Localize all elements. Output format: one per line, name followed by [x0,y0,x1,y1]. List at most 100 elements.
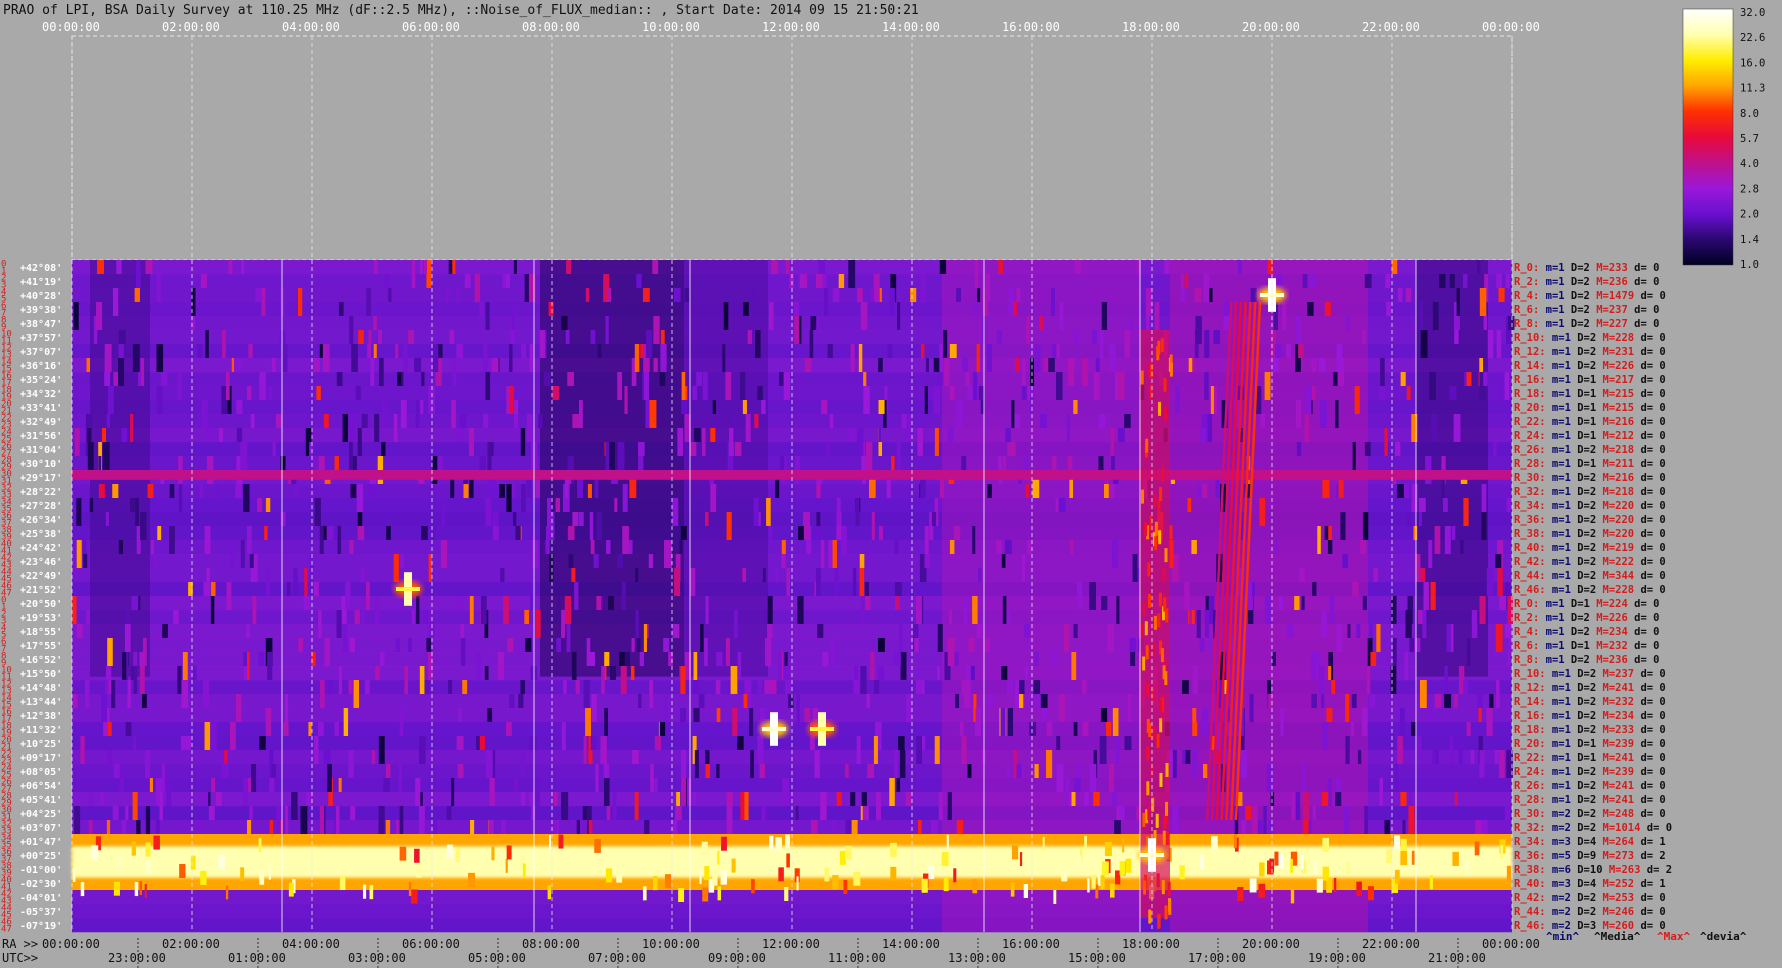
heatmap-cell [1506,865,1511,880]
heatmap-cell [755,330,761,358]
heatmap-cell [858,344,863,372]
row-stat-d: d= 1 [1634,836,1666,848]
heatmap-cell [1474,841,1480,856]
row-stat-m: m=2 [1546,808,1571,820]
heatmap-cell [459,414,467,428]
heatmap-cell [353,680,360,708]
heatmap-cell [1145,438,1149,453]
heatmap-cell [416,863,422,878]
declination-label: -02°30' [20,879,62,890]
heatmap-cell [1199,428,1207,442]
utc-tick-label: 07:00:00 [588,951,646,965]
row-stat-m: m=1 [1546,752,1571,764]
heatmap-cell [1392,638,1397,666]
heatmap-cell [139,666,145,694]
heatmap-cell [484,666,489,680]
heatmap-cell [378,806,385,834]
row-stat: R_22: m=1 D=1 M=241 d= 0 [1514,752,1666,764]
heatmap-cell [634,792,639,820]
heatmap-cell [552,820,557,834]
heatmap-cell [594,838,601,853]
bottom-ra-tick-label: 10:00:00 [642,937,700,951]
heatmap-cell [1202,764,1208,778]
row-stat: R_4: m=1 D=2 M=1479 d= 0 [1514,290,1666,302]
heatmap-cell [462,680,468,694]
heatmap-cell [267,652,273,680]
heatmap-cell [1400,792,1407,806]
heatmap-cell [1429,372,1436,400]
heatmap-cell [415,400,420,428]
heatmap-cell [179,864,186,879]
heatmap-cell [927,386,934,400]
chart-root: PRAO of LPI, BSA Daily Survey at 110.25 … [1,3,1765,968]
heatmap-cell [1434,526,1441,554]
heatmap-cell [1004,540,1012,554]
colorbar-tick: 2.0 [1740,209,1759,221]
heatmap-cell [1408,792,1413,806]
row-stat-m: m=1 [1546,332,1571,344]
row-stat-d: d= 0 [1634,444,1666,456]
declination-label: +29°17' [20,473,62,484]
heatmap-cell [757,680,763,694]
heatmap-cell [675,806,682,820]
heatmap-cell [107,638,113,666]
heatmap-cell [89,498,94,512]
heatmap-cell [1204,330,1210,358]
heatmap-cell [767,596,773,624]
row-stat-r: R_14: [1514,696,1546,708]
heatmap-cell [85,610,90,624]
heatmap-cell [609,442,615,470]
declination-label: +19°53' [20,613,62,624]
heatmap-cell [933,386,941,414]
heatmap-cell [1428,540,1433,568]
heatmap-cell [583,680,590,708]
heatmap-cell [1333,877,1337,892]
heatmap-cell [1159,772,1163,787]
heatmap-cell [1278,596,1284,610]
heatmap-cell [1290,889,1295,904]
row-stat-M: M=216 [1596,472,1634,484]
row-stat-M: M=236 [1590,654,1628,666]
heatmap-cell [1463,274,1468,288]
heatmap-cell [1042,836,1045,851]
heatmap-cell [368,330,372,344]
heatmap-cell [747,330,752,344]
declination-label: +40°28' [20,291,62,302]
heatmap-cell [1373,568,1378,582]
heatmap-cell [1195,316,1202,344]
heatmap-cell [1346,861,1351,876]
heatmap-cell [269,820,274,834]
top-tick-label: 00:00:00 [42,20,100,34]
heatmap-cell [937,498,942,512]
legend-max: ^Max^ [1657,930,1690,943]
heatmap-cell [1400,851,1408,866]
heatmap-cell [1162,568,1166,583]
heatmap-cell [704,866,710,881]
heatmap-cell [1384,428,1388,456]
heatmap-cell [1403,484,1410,498]
heatmap-cell [531,806,536,820]
heatmap-cell [1006,680,1014,694]
heatmap-cell [1070,540,1074,554]
row-stat: R_6: m=1 D=1 M=232 d= 0 [1514,640,1659,652]
heatmap-cell [836,498,841,526]
heatmap-cell [949,344,957,358]
row-stat-M: M=231 [1596,346,1634,358]
heatmap-cell [1082,722,1089,736]
heatmap-cell [722,344,726,372]
row-stat-M: M=246 [1596,906,1634,918]
heatmap-cell [1056,764,1064,792]
heatmap-cell [717,850,720,865]
heatmap-cell [643,624,647,652]
heatmap-cell [1479,750,1485,778]
row-stat: R_36: m=1 D=2 M=220 d= 0 [1514,514,1666,526]
heatmap-cell [349,414,356,442]
heatmap-cell [76,624,83,638]
heatmap-cell [1152,726,1156,741]
heatmap-cell [900,652,907,680]
heatmap-cell [423,680,431,694]
heatmap-cell [1144,522,1148,537]
heatmap-cell [1142,656,1146,671]
heatmap-cell [1408,806,1415,834]
row-stat-m: m=1 [1546,472,1571,484]
